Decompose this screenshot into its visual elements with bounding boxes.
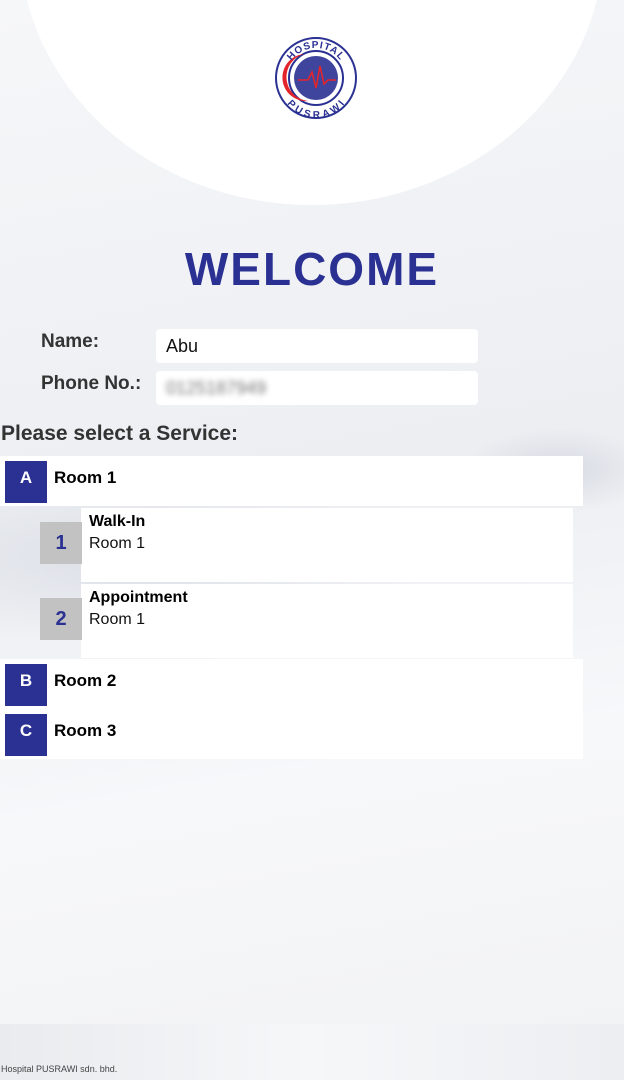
room-letter-badge: B xyxy=(5,664,47,706)
welcome-title: WELCOME xyxy=(184,243,440,295)
service-room: Room 1 xyxy=(89,535,146,552)
room-letter-badge: A xyxy=(5,461,47,503)
service-prompt: Please select a Service: xyxy=(1,422,239,445)
room-name: Room 1 xyxy=(54,468,117,487)
service-number-badge[interactable]: 2 xyxy=(40,598,82,640)
service-room: Room 1 xyxy=(89,611,146,628)
name-value: Abu xyxy=(166,336,199,356)
room-letter-badge: C xyxy=(5,714,47,756)
name-label: Name: xyxy=(41,331,100,352)
hospital-logo: HOSPITAL PUSRAWI xyxy=(275,37,357,120)
phone-field[interactable]: 0125187949 xyxy=(156,371,478,405)
room-name: Room 2 xyxy=(54,671,117,690)
phone-label: Phone No.: xyxy=(41,373,142,394)
room-item-a[interactable]: A Room 1 xyxy=(0,456,583,506)
name-field[interactable]: Abu xyxy=(156,329,478,363)
service-item-appointment[interactable]: Appointment Room 1 xyxy=(81,584,573,658)
room-item-c[interactable]: C Room 3 xyxy=(0,709,583,759)
service-number-badge[interactable]: 1 xyxy=(40,522,82,564)
service-title: Walk-In xyxy=(89,513,146,530)
phone-value: 0125187949 xyxy=(166,378,267,398)
service-item-walk-in[interactable]: Walk-In Room 1 xyxy=(81,508,573,582)
room-item-b[interactable]: B Room 2 xyxy=(0,659,583,709)
footer-text: Hospital PUSRAWI sdn. bhd. xyxy=(1,1064,118,1074)
service-title: Appointment xyxy=(89,589,188,606)
room-name: Room 3 xyxy=(54,721,117,740)
